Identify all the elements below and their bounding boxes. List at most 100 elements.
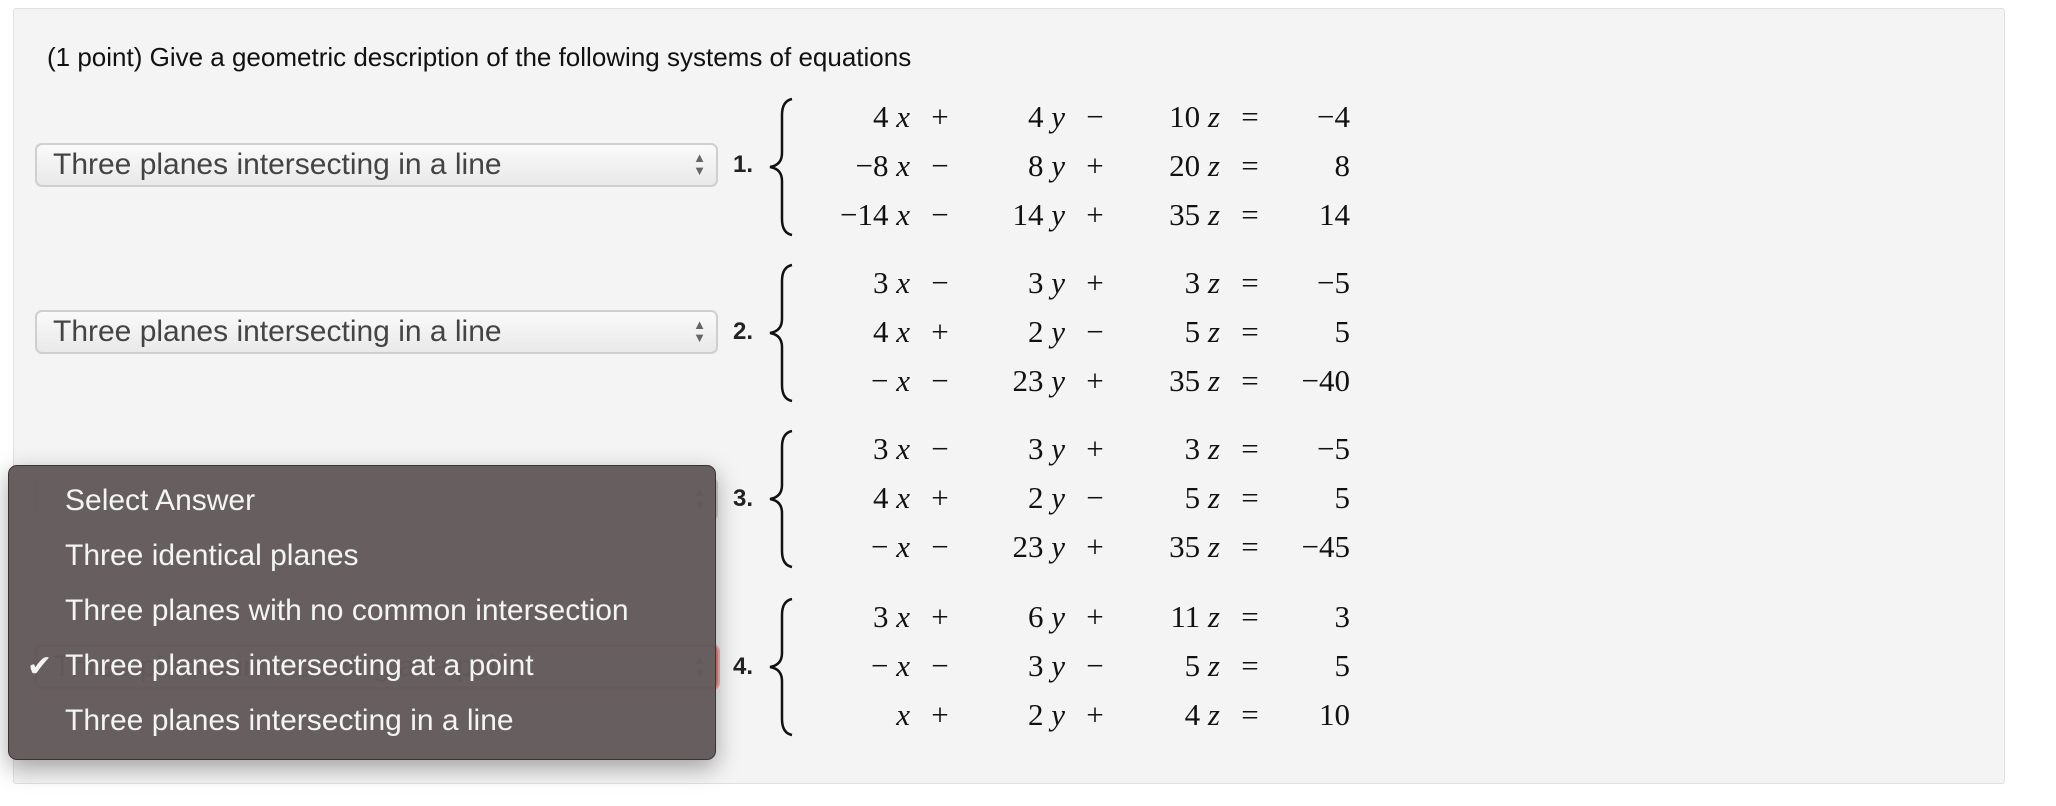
menu-option[interactable]: Three planes intersecting at a point — [65, 649, 534, 683]
right-hand-side: −5 — [1317, 430, 1350, 466]
answer-select-2[interactable]: Three planes intersecting in a line ▲ ▼ — [35, 310, 718, 354]
equals-sign: = — [1241, 98, 1259, 134]
variable: z — [1200, 196, 1220, 232]
equation-row: 3 x − 3 y +3 z = −5 — [815, 258, 1350, 307]
operator: + — [931, 479, 949, 515]
operator: + — [1086, 598, 1104, 634]
coefficient: 3 — [1184, 264, 1201, 300]
coefficient: 3 — [1027, 647, 1044, 683]
right-hand-side: −45 — [1301, 528, 1350, 564]
right-hand-side: −4 — [1317, 98, 1350, 134]
variable: x — [888, 647, 910, 683]
operator: + — [931, 313, 949, 349]
variable: y — [1043, 647, 1065, 683]
equals-sign: = — [1241, 647, 1259, 683]
operator: − — [1086, 98, 1104, 134]
coefficient: 3 — [872, 430, 889, 466]
variable: y — [1043, 696, 1065, 732]
variable: z — [1200, 696, 1220, 732]
right-hand-side: 10 — [1319, 696, 1350, 732]
variable: x — [888, 196, 910, 232]
menu-option[interactable]: Select Answer — [65, 484, 255, 518]
operator: − — [931, 264, 949, 300]
equals-sign: = — [1241, 313, 1259, 349]
operator: − — [931, 362, 949, 398]
equals-sign: = — [1241, 147, 1259, 183]
coefficient: − — [871, 647, 889, 683]
right-hand-side: 5 — [1334, 647, 1351, 683]
variable: z — [1200, 147, 1220, 183]
variable: y — [1043, 479, 1065, 515]
operator: + — [931, 598, 949, 634]
equals-sign: = — [1241, 362, 1259, 398]
operator: + — [1086, 528, 1104, 564]
coefficient: 11 — [1170, 598, 1201, 634]
coefficient: 3 — [1027, 430, 1044, 466]
equation-row: − x − 23 y +35 z = −45 — [815, 522, 1350, 571]
right-hand-side: 5 — [1334, 313, 1351, 349]
variable: x — [888, 430, 910, 466]
operator: + — [1086, 362, 1104, 398]
coefficient: 35 — [1169, 362, 1201, 398]
variable: x — [888, 598, 910, 634]
left-brace-icon — [769, 597, 793, 737]
variable: z — [1200, 528, 1220, 564]
operator: + — [931, 98, 949, 134]
menu-option[interactable]: Three identical planes — [65, 539, 359, 573]
variable: y — [1043, 528, 1065, 564]
equals-sign: = — [1241, 264, 1259, 300]
problem-number: 3. — [733, 485, 754, 512]
equation-row: − x − 23 y +35 z = −40 — [815, 356, 1350, 405]
variable: x — [888, 98, 910, 134]
equals-sign: = — [1241, 528, 1259, 564]
coefficient: 5 — [1184, 479, 1201, 515]
coefficient: 35 — [1169, 528, 1201, 564]
left-brace-icon — [769, 429, 793, 569]
variable: z — [1200, 479, 1220, 515]
variable: z — [1200, 98, 1220, 134]
coefficient: 5 — [1184, 647, 1201, 683]
variable: y — [1043, 147, 1065, 183]
operator: + — [1086, 430, 1104, 466]
variable: x — [888, 362, 910, 398]
variable: x — [888, 313, 910, 349]
coefficient: 3 — [872, 598, 889, 634]
coefficient: 4 — [872, 313, 889, 349]
equation-system-2: 3 x −3 y +3 z = −5 4 x +2 y −5 z = 5− x −23 y +35 z… — [815, 258, 1350, 405]
coefficient: 2 — [1027, 696, 1044, 732]
variable: y — [1043, 362, 1065, 398]
left-brace-icon — [769, 263, 793, 403]
coefficient: 14 — [1012, 196, 1044, 232]
variable: y — [1043, 264, 1065, 300]
variable: z — [1200, 430, 1220, 466]
coefficient: 10 — [1169, 98, 1201, 134]
coefficient: 6 — [1027, 598, 1044, 634]
coefficient: 20 — [1169, 147, 1201, 183]
equals-sign: = — [1241, 598, 1259, 634]
variable: x — [896, 696, 910, 732]
problem-prompt: (1 point) Give a geometric description o… — [47, 42, 912, 72]
answer-dropdown-menu[interactable]: Select Answer Three identical planes Three… — [8, 465, 716, 760]
operator: + — [1086, 696, 1104, 732]
variable: y — [1043, 196, 1065, 232]
answer-select-1[interactable]: Three planes intersecting in a line ▲ ▼ — [35, 143, 718, 187]
coefficient: 3 — [1184, 430, 1201, 466]
coefficient: 4 — [1027, 98, 1044, 134]
menu-option[interactable]: Three planes with no common intersection — [65, 594, 629, 628]
right-hand-side: 5 — [1334, 479, 1351, 515]
coefficient: − — [871, 362, 889, 398]
coefficient: 2 — [1027, 313, 1044, 349]
operator: − — [1086, 647, 1104, 683]
select-arrows-icon: ▲▼ — [693, 317, 706, 345]
select-arrows-icon: ▲▼ — [693, 150, 706, 178]
right-hand-side: 8 — [1334, 147, 1351, 183]
menu-option[interactable]: Three planes intersecting in a line — [65, 704, 514, 738]
problem-number: 1. — [733, 151, 754, 178]
operator: + — [1086, 196, 1104, 232]
operator: − — [1086, 479, 1104, 515]
equation-row: 3 x +6 y +11 z = 3 — [815, 592, 1350, 641]
coefficient: 5 — [1184, 313, 1201, 349]
operator: − — [931, 430, 949, 466]
variable: y — [1043, 98, 1065, 134]
checkmark-icon: ✔ — [27, 650, 53, 683]
